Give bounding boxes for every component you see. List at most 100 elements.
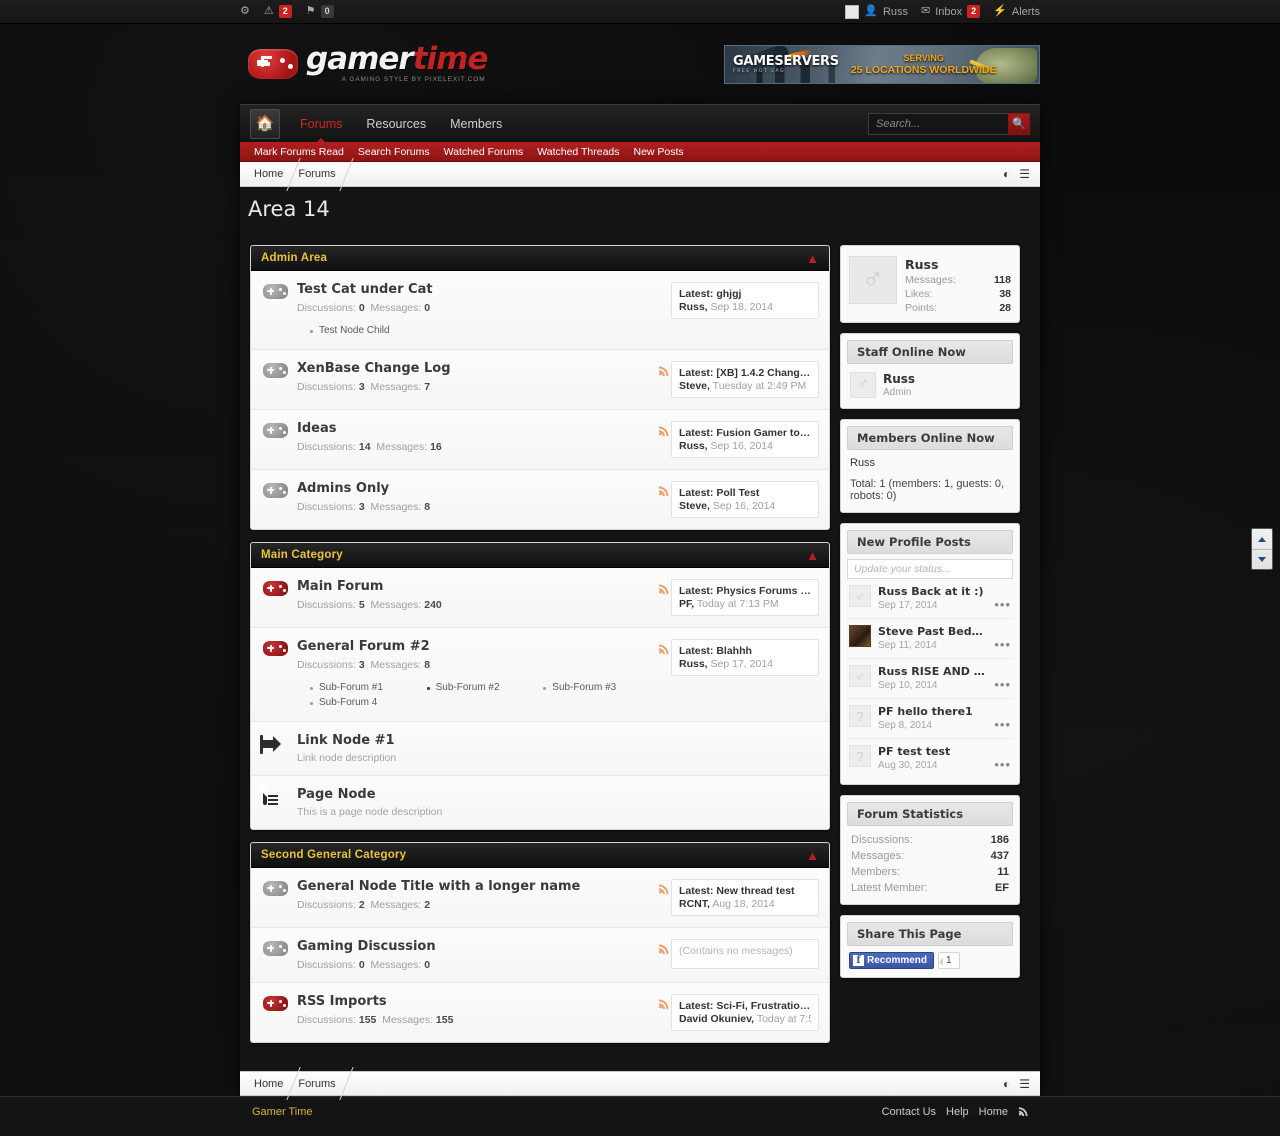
- sub-forum-link[interactable]: Test Node Child: [297, 323, 414, 338]
- banner-advertisement[interactable]: GAMESERVERS FREE HOT LAG SERVING 25 LOCA…: [724, 44, 1040, 84]
- sub-forum-link[interactable]: Sub-Forum 4: [297, 695, 414, 710]
- collapse-chevron-up-icon[interactable]: ▲: [806, 549, 819, 562]
- subnav-item-new-posts[interactable]: New Posts: [634, 146, 684, 158]
- forum-node-title[interactable]: General Node Title with a longer name: [297, 879, 647, 895]
- profile-post-text[interactable]: Russ RISE AND SHINE: [878, 665, 987, 678]
- staff-member-row[interactable]: ♂ Russ Admin: [847, 364, 1013, 402]
- rss-icon[interactable]: [655, 939, 671, 957]
- last-post-title[interactable]: Latest: New thread test: [679, 885, 811, 897]
- profile-post-more-icon[interactable]: •••: [994, 705, 1011, 732]
- profile-post-text[interactable]: PF test test: [878, 745, 987, 758]
- rss-icon[interactable]: [655, 481, 671, 499]
- forum-node-title[interactable]: XenBase Change Log: [297, 361, 647, 377]
- male-gender-icon[interactable]: ♂: [849, 256, 897, 304]
- scroll-down-icon[interactable]: [1252, 549, 1272, 569]
- forum-node-row: Test Cat under Cat Discussions: 0 Message…: [251, 271, 829, 350]
- rss-icon[interactable]: [655, 421, 671, 439]
- footer-link-help[interactable]: Help: [946, 1106, 969, 1118]
- subnav-item-watched-threads[interactable]: Watched Threads: [537, 146, 619, 158]
- forum-node-title[interactable]: Ideas: [297, 421, 647, 437]
- gear-icon[interactable]: ⚙: [240, 6, 250, 17]
- topbar-alerts-link[interactable]: ⚡ Alerts: [993, 6, 1040, 18]
- visitor-name[interactable]: Russ: [905, 257, 1011, 272]
- visitor-panel: ♂ Russ Messages: 118 Likes: 38 Points: 28: [840, 245, 1020, 323]
- staff-member-name[interactable]: Russ: [883, 372, 915, 386]
- new-profile-posts-title: New Profile Posts: [847, 530, 1013, 554]
- subnav-item-search-forums[interactable]: Search Forums: [358, 146, 430, 158]
- members-online-names[interactable]: Russ: [847, 450, 1013, 471]
- profile-post-more-icon[interactable]: •••: [994, 625, 1011, 652]
- question-icon[interactable]: ?: [849, 745, 871, 767]
- forum-node-title[interactable]: Admins Only: [297, 481, 647, 497]
- male-gender-icon[interactable]: ♂: [849, 585, 871, 607]
- male-gender-icon[interactable]: ♂: [849, 665, 871, 687]
- nav-tab-members[interactable]: Members: [438, 105, 514, 143]
- rss-icon[interactable]: [655, 994, 671, 1012]
- site-logo[interactable]: gamertime A GAMING STYLE BY PIXELEXIT.CO…: [248, 44, 489, 84]
- rss-icon[interactable]: [655, 579, 671, 597]
- breadcrumb-bottom-item-forums[interactable]: Forums: [294, 1071, 346, 1096]
- avatar[interactable]: [849, 625, 871, 647]
- alert-warning-icon[interactable]: ⚠ 2: [264, 5, 292, 18]
- flag-icon[interactable]: ⚑ 0: [306, 5, 334, 18]
- collapse-chevron-up-icon[interactable]: ▲: [806, 252, 819, 265]
- facebook-recommend-button[interactable]: f Recommend: [849, 952, 935, 969]
- last-post-title[interactable]: Latest: ghjgj: [679, 288, 811, 300]
- forum-node-title[interactable]: Page Node: [297, 787, 647, 803]
- forum-node-stats: Discussions: 5 Messages: 240: [297, 599, 442, 611]
- forum-node-title[interactable]: Test Cat under Cat: [297, 282, 647, 298]
- rss-icon[interactable]: [1018, 1105, 1028, 1119]
- rss-icon[interactable]: [655, 879, 671, 897]
- nav-tab-forums[interactable]: Forums: [288, 105, 354, 143]
- contrast-icon[interactable]: ◐: [1003, 167, 1010, 181]
- forum-node-title[interactable]: RSS Imports: [297, 994, 647, 1010]
- footer-site-title[interactable]: Gamer Time: [252, 1106, 313, 1118]
- profile-post-text[interactable]: PF hello there1: [878, 705, 987, 718]
- breadcrumb-bottom-item-home[interactable]: Home: [250, 1071, 294, 1096]
- last-post-title[interactable]: Latest: Sci-Fi, Frustrations, Flash An..…: [679, 1000, 811, 1012]
- sub-forum-link[interactable]: Sub-Forum #3: [530, 680, 647, 695]
- rss-icon[interactable]: [655, 639, 671, 657]
- last-post-title[interactable]: Latest: Poll Test: [679, 487, 811, 499]
- forum-node-title[interactable]: Link Node #1: [297, 733, 647, 749]
- subnav-item-mark-forums-read[interactable]: Mark Forums Read: [254, 146, 344, 158]
- last-post-title[interactable]: Latest: Physics Forums Thread: [679, 585, 811, 597]
- profile-post-text[interactable]: Russ Back at it :): [878, 585, 987, 598]
- footer-link-contact-us[interactable]: Contact Us: [882, 1106, 936, 1118]
- profile-post-more-icon[interactable]: •••: [994, 665, 1011, 692]
- question-icon[interactable]: ?: [849, 705, 871, 727]
- subnav-item-watched-forums[interactable]: Watched Forums: [444, 146, 524, 158]
- magnifier-icon[interactable]: 🔍: [1008, 112, 1030, 135]
- forum-node-title[interactable]: Gaming Discussion: [297, 939, 647, 955]
- collapse-chevron-up-icon[interactable]: ▲: [806, 849, 819, 862]
- category-title[interactable]: Second General Category: [261, 849, 406, 861]
- home-icon[interactable]: 🏠: [250, 108, 280, 139]
- last-post-title[interactable]: Latest: Blahhh: [679, 645, 811, 657]
- forum-node-title[interactable]: General Forum #2: [297, 639, 647, 655]
- last-post-title[interactable]: Latest: Fusion Gamer to-do...: [679, 427, 811, 439]
- last-post-title[interactable]: Latest: [XB] 1.4.2 Change Log: [679, 367, 811, 379]
- nav-tab-resources[interactable]: Resources: [354, 105, 438, 143]
- menu-icon[interactable]: ☰: [1019, 1077, 1030, 1091]
- footer-link-home[interactable]: Home: [979, 1106, 1008, 1118]
- profile-post-more-icon[interactable]: •••: [994, 585, 1011, 612]
- forum-node-title[interactable]: Main Forum: [297, 579, 647, 595]
- status-update-input[interactable]: [847, 559, 1013, 579]
- menu-icon[interactable]: ☰: [1019, 167, 1030, 181]
- forum-node-body: Main Forum Discussions: 5 Messages: 240: [297, 579, 655, 611]
- category-title[interactable]: Admin Area: [261, 252, 327, 264]
- rss-icon[interactable]: [655, 361, 671, 379]
- breadcrumb-item-forums[interactable]: Forums: [294, 162, 346, 187]
- profile-post-text[interactable]: Steve Past Bedtime...: [878, 625, 987, 638]
- breadcrumb-item-home[interactable]: Home: [250, 162, 294, 187]
- gamepad-glyph: [263, 641, 288, 656]
- profile-post-more-icon[interactable]: •••: [994, 745, 1011, 772]
- category-title[interactable]: Main Category: [261, 549, 343, 561]
- contrast-icon[interactable]: ◐: [1003, 1077, 1010, 1091]
- topbar-inbox-link[interactable]: ✉ Inbox 2: [921, 5, 981, 18]
- account-menu-item[interactable]: 👤 Russ: [845, 4, 908, 19]
- scroll-up-icon[interactable]: [1252, 529, 1272, 549]
- search-input[interactable]: [868, 112, 1008, 135]
- sub-forum-link[interactable]: Sub-Forum #1: [297, 680, 414, 695]
- sub-forum-link[interactable]: Sub-Forum #2: [414, 680, 531, 695]
